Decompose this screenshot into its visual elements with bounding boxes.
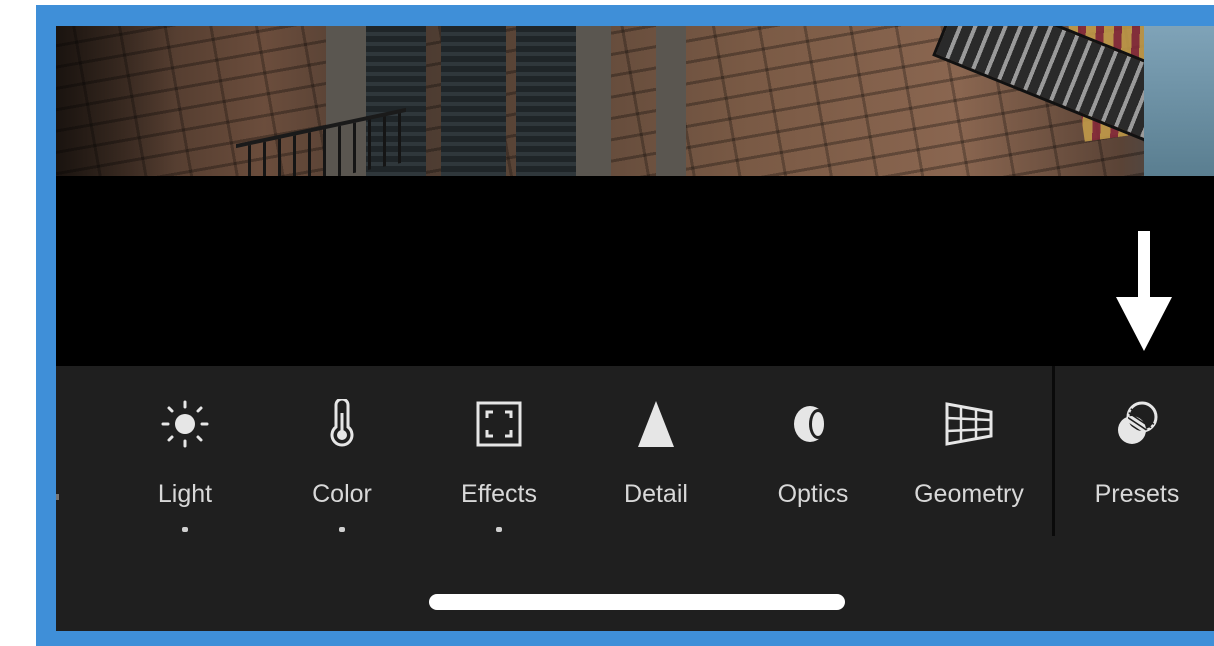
vignette-frame-icon xyxy=(471,396,527,452)
grid-perspective-icon xyxy=(941,396,997,452)
lens-icon xyxy=(785,396,841,452)
app-screen: Light Color Effects Detail Optics Geomet… xyxy=(56,26,1214,631)
scroll-edge-mark xyxy=(56,494,59,500)
triangle-icon xyxy=(628,396,684,452)
tool-label: Light xyxy=(157,480,213,508)
photo-shade xyxy=(56,26,176,176)
tool-label: Optics xyxy=(777,480,849,508)
photo-railing xyxy=(236,107,406,176)
tool-detail[interactable]: Detail xyxy=(586,396,726,546)
tool-geometry[interactable]: Geometry xyxy=(899,396,1039,546)
tool-color[interactable]: Color xyxy=(272,396,412,546)
tool-label: Detail xyxy=(624,480,688,508)
tool-label: Presets xyxy=(1094,480,1180,508)
photo-shutter xyxy=(516,26,576,176)
thermometer-icon xyxy=(314,396,370,452)
home-indicator[interactable] xyxy=(429,594,845,610)
down-arrow-icon xyxy=(1116,231,1172,351)
tool-presets[interactable]: Presets xyxy=(1067,396,1207,546)
tool-effects[interactable]: Effects xyxy=(429,396,569,546)
tool-indicator-dot xyxy=(496,527,502,532)
tool-label: Effects xyxy=(461,480,537,508)
tool-label: Color xyxy=(312,480,372,508)
tool-light[interactable]: Light xyxy=(115,396,255,546)
photo-column xyxy=(576,26,611,176)
tool-indicator-dot xyxy=(339,527,345,532)
photo-preview[interactable] xyxy=(56,26,1214,176)
sun-icon xyxy=(157,396,213,452)
tool-optics[interactable]: Optics xyxy=(743,396,883,546)
photo-sky xyxy=(1144,26,1214,176)
photo-shutter xyxy=(441,26,506,176)
edit-toolbar: Light Color Effects Detail Optics Geomet… xyxy=(56,366,1214,631)
toolbar-divider xyxy=(1052,366,1055,536)
tool-indicator-dot xyxy=(182,527,188,532)
presets-overlap-icon xyxy=(1109,396,1165,452)
photo-column xyxy=(656,26,686,176)
tool-label: Geometry xyxy=(914,480,1024,508)
